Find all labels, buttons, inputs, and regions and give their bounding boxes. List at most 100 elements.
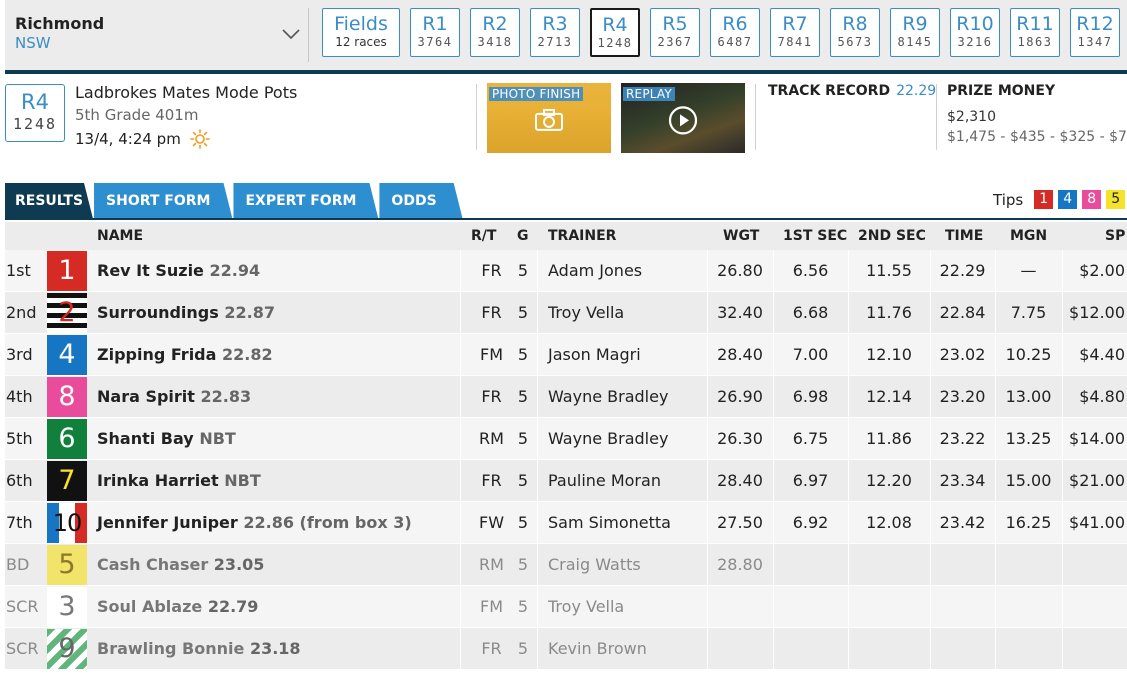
trainer-cell: Troy Vella bbox=[548, 303, 625, 322]
race-button-r11[interactable]: R11 1863 bbox=[1010, 8, 1060, 57]
replay-label: REPLAY bbox=[623, 87, 675, 101]
best-time: 22.94 bbox=[209, 261, 261, 280]
tab-results[interactable]: RESULTS bbox=[5, 183, 93, 219]
race-button-r9[interactable]: R9 8145 bbox=[890, 8, 940, 57]
race-button-r10[interactable]: R10 3216 bbox=[950, 8, 1000, 57]
second-sec-cell: 11.76 bbox=[866, 303, 912, 322]
venue-state: NSW bbox=[15, 34, 51, 52]
margin-cell bbox=[995, 544, 1062, 586]
greyhound-name-cell[interactable]: Rev It Suzie 22.94 bbox=[97, 250, 260, 292]
table-row[interactable]: 7th FW 5 Sam Simonetta 27.50 6.92 12.08 23.42 16… bbox=[5, 502, 1127, 544]
place-cell: 2nd bbox=[6, 303, 37, 322]
race-button-label: R6 bbox=[722, 13, 748, 35]
race-button-r2[interactable]: R2 3418 bbox=[470, 8, 520, 57]
time-cell: 23.42 bbox=[939, 513, 986, 532]
g-cell: 5 bbox=[517, 639, 529, 658]
greyhound-name-cell[interactable]: Cash Chaser 23.05 bbox=[97, 544, 264, 586]
starting-price-cell: $2.00 bbox=[1079, 261, 1125, 280]
wgt-cell bbox=[707, 586, 773, 628]
tip-box-5: 5 bbox=[1106, 190, 1126, 209]
race-button-r7[interactable]: R7 7841 bbox=[770, 8, 820, 57]
table-row[interactable]: 6th FR 5 Pauline Moran 28.40 6.97 12.20 23.34 15… bbox=[5, 460, 1127, 502]
tab-expert-form[interactable]: EXPERT FORM bbox=[233, 183, 378, 219]
fields-label: Fields bbox=[334, 13, 388, 35]
race-button-r6[interactable]: R6 6487 bbox=[710, 8, 760, 57]
greyhound-name[interactable]: Jennifer Juniper bbox=[97, 513, 238, 532]
table-row[interactable]: SCR FR 5 Kevin Brown 9 Brawling Bonnie 23.18 bbox=[5, 628, 1127, 670]
col-2nd-sec: 2ND SEC bbox=[858, 228, 926, 244]
race-button-label: R3 bbox=[542, 13, 568, 35]
place-cell: BD bbox=[6, 555, 30, 574]
time-cell: 23.20 bbox=[939, 387, 986, 406]
best-time: 22.87 bbox=[224, 303, 275, 322]
first-sec-cell bbox=[773, 544, 848, 586]
race-button-r8[interactable]: R8 5673 bbox=[830, 8, 880, 57]
tab-short-form[interactable]: SHORT FORM bbox=[94, 183, 232, 219]
place-cell: 5th bbox=[6, 429, 33, 448]
second-sec-cell bbox=[848, 628, 930, 670]
col-sp: SP bbox=[1105, 228, 1126, 244]
greyhound-name-cell[interactable]: Zipping Frida 22.82 bbox=[97, 334, 273, 376]
tip-box-4: 4 bbox=[1058, 190, 1078, 209]
race-button-r5[interactable]: R5 2367 bbox=[650, 8, 700, 57]
greyhound-name[interactable]: Surroundings bbox=[97, 303, 219, 322]
greyhound-name-cell[interactable]: Irinka Harriet NBT bbox=[97, 460, 261, 502]
trainer-cell: Sam Simonetta bbox=[548, 513, 671, 532]
greyhound-name-cell[interactable]: Surroundings 22.87 bbox=[97, 292, 275, 334]
chevron-down-icon[interactable] bbox=[281, 24, 301, 44]
place-cell: SCR bbox=[6, 597, 39, 616]
greyhound-name-cell[interactable]: Jennifer Juniper 22.86 (from box 3) bbox=[97, 502, 412, 544]
greyhound-name[interactable]: Irinka Harriet bbox=[97, 471, 219, 490]
table-row[interactable]: 1st FR 5 Adam Jones 26.80 6.56 11.55 22.29— $2.0… bbox=[5, 250, 1127, 292]
race-button-label: R9 bbox=[902, 13, 928, 35]
g-cell: 5 bbox=[517, 345, 529, 364]
table-row[interactable]: 2nd FR 5 Troy Vella 32.40 6.68 11.76 22.84 7.75 $… bbox=[5, 292, 1127, 334]
tab-odds[interactable]: ODDS bbox=[379, 183, 462, 219]
greyhound-name[interactable]: Shanti Bay bbox=[97, 429, 194, 448]
race-button-code: 3764 bbox=[417, 35, 453, 49]
race-button-r12[interactable]: R12 1347 bbox=[1070, 8, 1120, 57]
race-button-code: 1347 bbox=[1077, 35, 1113, 49]
race-button-code: 2713 bbox=[537, 35, 573, 49]
race-button-label: R8 bbox=[842, 13, 868, 35]
table-row[interactable]: 5th RM 5 Wayne Bradley 26.30 6.75 11.86 23.22 13… bbox=[5, 418, 1127, 460]
greyhound-name[interactable]: Soul Ablaze bbox=[97, 597, 202, 616]
trainer-cell: Kevin Brown bbox=[548, 639, 647, 658]
greyhound-name[interactable]: Cash Chaser bbox=[97, 555, 208, 574]
replay-thumbnail[interactable]: REPLAY bbox=[621, 83, 745, 153]
time-cell: 22.29 bbox=[939, 261, 986, 280]
fields-button[interactable]: Fields 12 races bbox=[322, 8, 400, 57]
race-button-label: R1 bbox=[422, 13, 448, 35]
wgt-cell: 28.80 bbox=[717, 555, 763, 574]
time-cell bbox=[930, 586, 995, 628]
box-number-rug: 10 bbox=[47, 503, 87, 543]
margin-cell: — bbox=[1020, 261, 1037, 280]
starting-price-cell: $21.00 bbox=[1069, 471, 1125, 490]
greyhound-name-cell[interactable]: Nara Spirit 22.83 bbox=[97, 376, 251, 418]
table-row[interactable]: 3rd FM 5 Jason Magri 28.40 7.00 12.10 23.02 10.2… bbox=[5, 334, 1127, 376]
g-cell: 5 bbox=[517, 471, 529, 490]
table-row[interactable]: 4th FR 5 Wayne Bradley 26.90 6.98 12.14 23.20 13… bbox=[5, 376, 1127, 418]
results-table-header: NAME R/T G TRAINER WGT 1ST SEC 2ND SEC T… bbox=[5, 222, 1127, 250]
race-button-r3[interactable]: R3 2713 bbox=[530, 8, 580, 57]
race-button-label: R12 bbox=[1076, 13, 1114, 35]
table-row[interactable]: SCR FM 5 Troy Vella 3 Soul Ablaze 22.79 bbox=[5, 586, 1127, 628]
greyhound-name-cell[interactable]: Shanti Bay NBT bbox=[97, 418, 236, 460]
venue-selector[interactable]: Richmond NSW bbox=[15, 14, 104, 52]
race-button-label: R7 bbox=[782, 13, 808, 35]
greyhound-name[interactable]: Nara Spirit bbox=[97, 387, 195, 406]
greyhound-name[interactable]: Rev It Suzie bbox=[97, 261, 204, 280]
photo-finish-thumbnail[interactable]: PHOTO FINISH bbox=[487, 83, 611, 153]
table-row[interactable]: BD RM 5 Craig Watts 28.80 5 Cash Chaser 23.05 bbox=[5, 544, 1127, 586]
greyhound-name-cell[interactable]: Brawling Bonnie 23.18 bbox=[97, 628, 301, 670]
margin-cell: 7.75 bbox=[1010, 303, 1047, 322]
best-time: 22.79 bbox=[207, 597, 259, 616]
race-button-r1[interactable]: R1 3764 bbox=[410, 8, 460, 57]
greyhound-name[interactable]: Zipping Frida bbox=[97, 345, 216, 364]
race-button-code: 5673 bbox=[837, 35, 873, 49]
race-button-label: R11 bbox=[1016, 13, 1054, 35]
greyhound-name[interactable]: Brawling Bonnie bbox=[97, 639, 244, 658]
g-cell: 5 bbox=[517, 261, 529, 280]
race-button-r4[interactable]: R4 1248 bbox=[590, 8, 640, 57]
greyhound-name-cell[interactable]: Soul Ablaze 22.79 bbox=[97, 586, 258, 628]
